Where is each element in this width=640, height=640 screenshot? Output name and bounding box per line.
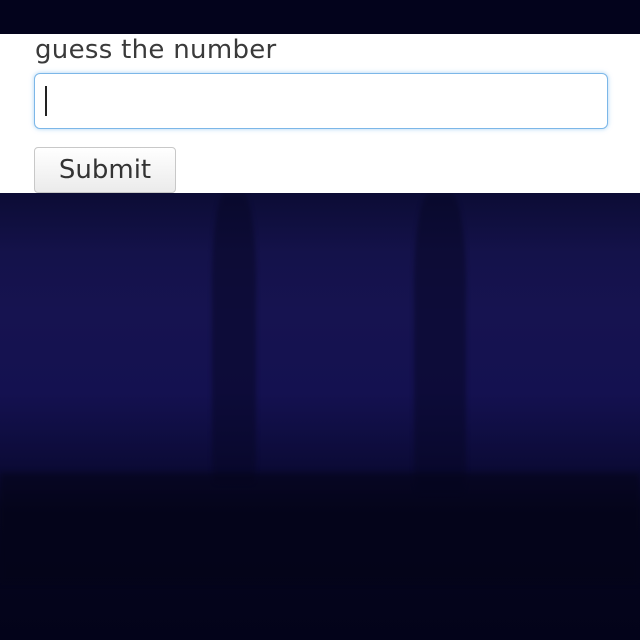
- prompt-label: guess the number: [35, 35, 277, 65]
- ground-silhouette: [0, 473, 640, 583]
- guess-form: guess the number Submit: [0, 34, 640, 193]
- night-scene-background: [0, 193, 640, 640]
- tree-silhouette-left: [212, 193, 256, 483]
- guess-input[interactable]: [34, 73, 608, 129]
- tree-silhouette-right: [414, 193, 466, 493]
- top-strip: [0, 0, 640, 34]
- game-screen: guess the number Submit: [0, 0, 640, 640]
- submit-button[interactable]: Submit: [34, 147, 176, 193]
- text-cursor: [45, 86, 47, 116]
